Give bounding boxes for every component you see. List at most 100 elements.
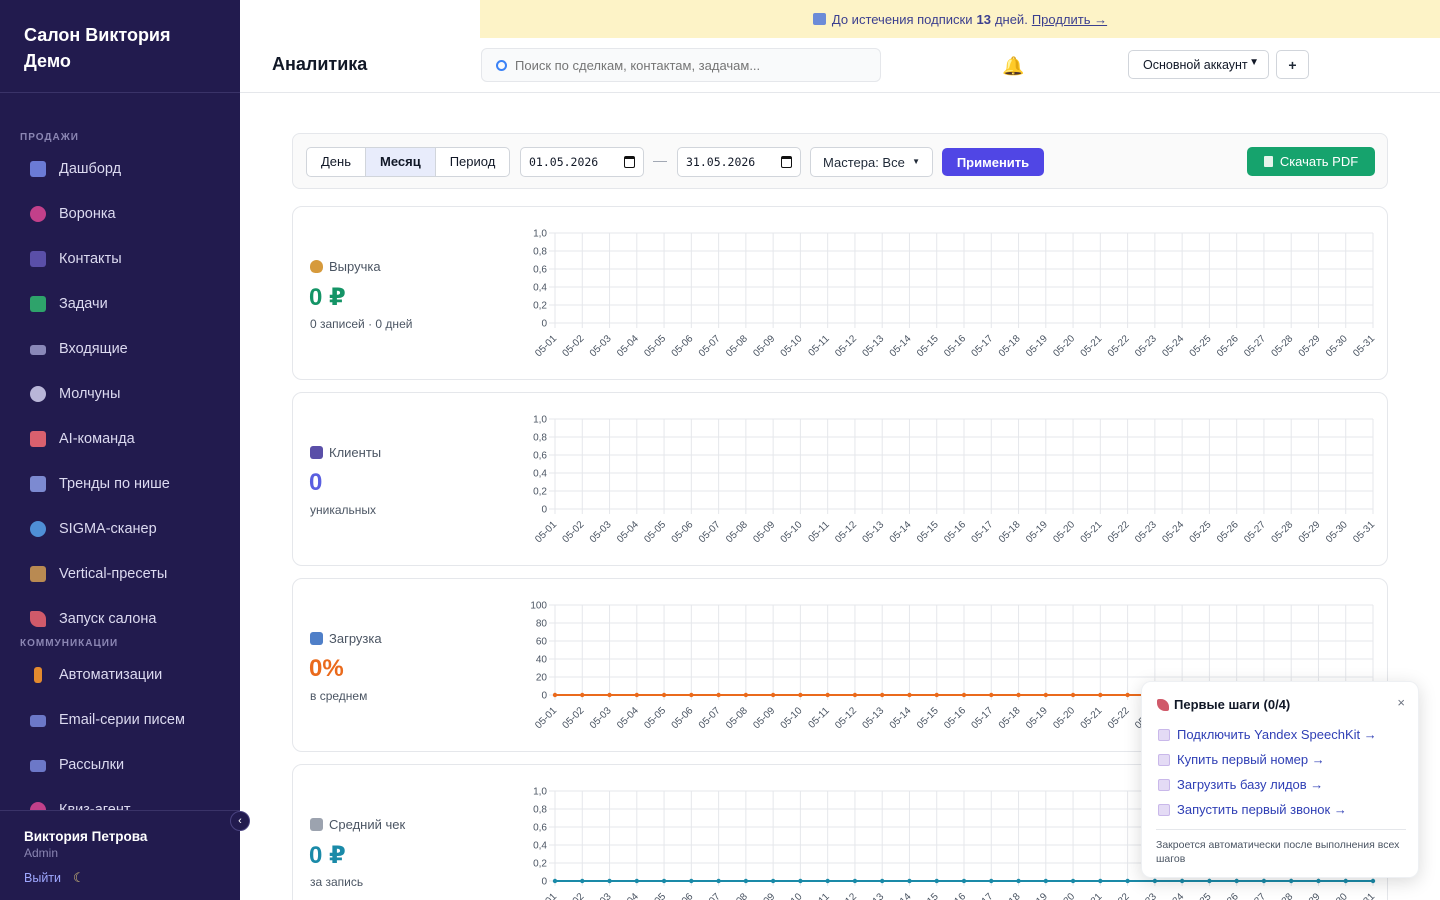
collapse-sidebar-button[interactable]: ‹	[230, 811, 250, 831]
data-point	[961, 878, 967, 884]
sidebar-item-automations[interactable]: Автоматизации	[0, 652, 240, 697]
date-to-value: 31.05.2026	[686, 155, 756, 169]
data-point	[716, 692, 721, 698]
bell-icon[interactable]: 🔔	[1002, 56, 1024, 77]
x-tick-label: 05-05	[642, 891, 668, 900]
period-month-button[interactable]: Месяц	[366, 148, 436, 176]
data-point	[798, 692, 803, 698]
onboarding-step-label[interactable]: Запустить первый звонок →	[1177, 802, 1347, 817]
sidebar-item-launch[interactable]: Запуск салона	[0, 596, 240, 641]
x-tick-label: 05-21	[1079, 519, 1105, 545]
sidebar-item-contacts[interactable]: Контакты	[0, 236, 240, 281]
banner-text: До истечения подписки	[831, 11, 973, 27]
banner-days: 13	[976, 11, 991, 27]
y-tick-label: 40	[536, 655, 548, 666]
x-tick-label: 05-08	[724, 705, 750, 731]
masters-dropdown[interactable]: Мастера: Все ▼	[810, 147, 933, 177]
sidebar-item-label: Рассылки	[59, 756, 125, 773]
sidebar-item-label: Молчуны	[59, 385, 121, 402]
data-point	[607, 878, 612, 884]
data-point	[907, 878, 912, 884]
sidebar-item-label: Запуск салона	[59, 610, 157, 627]
sidebar-item-sigma[interactable]: SIGMA-сканер	[0, 506, 240, 551]
metric-sub: уникальных	[310, 503, 377, 517]
calendar-icon[interactable]	[624, 156, 635, 168]
magnifier-icon	[30, 520, 46, 537]
date-from-field[interactable]: 01.05.2026	[520, 147, 644, 177]
x-tick-label: 05-15	[915, 705, 941, 731]
x-tick-label: 05-25	[1188, 891, 1214, 900]
download-pdf-button[interactable]: Скачать PDF	[1247, 147, 1375, 176]
x-tick-label: 05-23	[1133, 891, 1159, 900]
onboarding-step[interactable]: Купить первый номер →	[1158, 752, 1325, 767]
search-input[interactable]	[515, 57, 855, 73]
mail-icon	[30, 759, 46, 772]
x-tick-label: 05-07	[697, 891, 723, 900]
x-tick-label: 05-10	[779, 519, 805, 545]
top-header: Аналитика 🔔 Основной аккаунт ▼ +	[240, 38, 1440, 93]
x-tick-label: 05-09	[751, 705, 777, 731]
metric-value: 0%	[309, 655, 344, 682]
date-to-field[interactable]: 31.05.2026	[677, 147, 801, 177]
user-role: Admin	[24, 846, 59, 860]
x-tick-label: 05-09	[751, 333, 777, 359]
sidebar-item-label: Входящие	[59, 340, 128, 357]
onboarding-step-label[interactable]: Купить первый номер →	[1177, 752, 1325, 767]
sidebar-item-inbox[interactable]: Входящие	[0, 326, 240, 371]
apply-button[interactable]: Применить	[942, 148, 1044, 176]
x-tick-label: 05-12	[833, 519, 859, 545]
sidebar-item-ai-team[interactable]: AI-команда	[0, 416, 240, 461]
x-tick-label: 05-08	[724, 519, 750, 545]
download-pdf-label: Скачать PDF	[1279, 154, 1359, 169]
onboarding-step[interactable]: Запустить первый звонок →	[1158, 802, 1347, 817]
onboarding-step-label[interactable]: Подключить Yandex SpeechKit →	[1177, 727, 1377, 742]
onboarding-step[interactable]: Подключить Yandex SpeechKit →	[1158, 727, 1377, 742]
data-point	[770, 692, 776, 698]
x-tick-label: 05-17	[970, 891, 996, 900]
account-select[interactable]: Основной аккаунт ▼	[1128, 50, 1269, 79]
sidebar-item-mailings[interactable]: Рассылки	[0, 742, 240, 787]
x-tick-label: 05-29	[1297, 519, 1323, 545]
moon-icon[interactable]: ☾	[73, 870, 85, 886]
data-point	[661, 692, 667, 698]
sidebar-item-presets[interactable]: Vertical-пресеты	[0, 551, 240, 596]
x-tick-label: 05-01	[533, 891, 559, 900]
masters-value: Мастера: Все	[823, 154, 905, 170]
x-tick-label: 05-07	[697, 705, 723, 731]
x-tick-label: 05-06	[670, 519, 696, 545]
search-icon	[496, 59, 507, 71]
sidebar-nav[interactable]: ПРОДАЖИ Дашборд Воронка Контакты Задачи …	[0, 130, 240, 810]
sidebar: Салон Виктория Демо ПРОДАЖИ Дашборд Воро…	[0, 0, 240, 900]
onboarding-step-label[interactable]: Загрузить базу лидов →	[1177, 777, 1323, 792]
x-tick-label: 05-11	[806, 519, 832, 545]
x-tick-label: 05-16	[942, 333, 968, 359]
sidebar-item-email-series[interactable]: Email-серии писем	[0, 697, 240, 742]
x-tick-label: 05-18	[997, 891, 1023, 900]
sidebar-item-trends[interactable]: Тренды по нише	[0, 461, 240, 506]
sidebar-item-dashboard[interactable]: Дашборд	[0, 146, 240, 191]
sidebar-item-quiz[interactable]: Квиз-агент	[0, 787, 240, 810]
x-tick-label: 05-20	[1051, 519, 1077, 545]
onboarding-step[interactable]: Загрузить базу лидов →	[1158, 777, 1323, 792]
logout-link[interactable]: Выйти	[24, 871, 61, 885]
x-tick-label: 05-26	[1215, 891, 1241, 900]
data-point	[907, 692, 912, 698]
search-box[interactable]	[481, 48, 881, 82]
data-point	[798, 878, 803, 884]
x-tick-label: 05-29	[1297, 891, 1323, 900]
calendar-icon[interactable]	[781, 156, 792, 168]
sidebar-item-funnel[interactable]: Воронка	[0, 191, 240, 236]
period-day-button[interactable]: День	[307, 148, 366, 176]
add-button[interactable]: +	[1276, 50, 1309, 79]
data-point	[934, 878, 939, 884]
period-range-button[interactable]: Период	[436, 148, 510, 176]
close-icon[interactable]: ×	[1397, 695, 1405, 710]
period-switcher[interactable]: День Месяц Период	[306, 147, 511, 177]
sidebar-item-silent[interactable]: Молчуны	[0, 371, 240, 416]
checkbox-icon	[1158, 778, 1170, 791]
data-point	[1261, 878, 1267, 884]
renew-link[interactable]: Продлить →	[1032, 12, 1107, 27]
sidebar-item-tasks[interactable]: Задачи	[0, 281, 240, 326]
y-tick-label: 0,6	[533, 823, 547, 834]
receipt-icon	[310, 818, 323, 831]
